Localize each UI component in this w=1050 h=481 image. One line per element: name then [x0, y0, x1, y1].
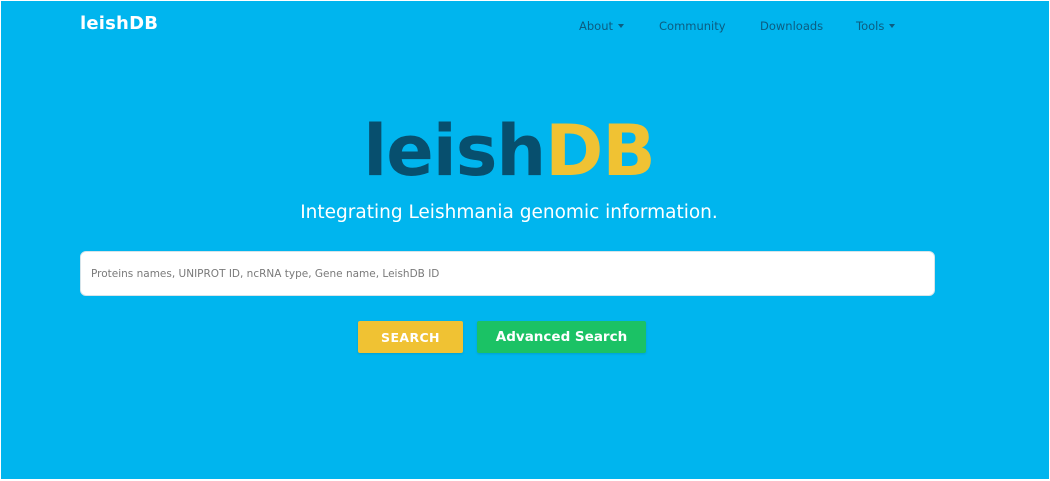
search-button[interactable]: SEARCH — [358, 321, 463, 353]
advanced-search-button[interactable]: Advanced Search — [477, 321, 646, 353]
nav-item-tools[interactable]: Tools — [856, 19, 896, 33]
nav-item-community-label: Community — [659, 19, 726, 33]
hero-logo-leish: leish — [363, 110, 546, 192]
navbar-brand-link[interactable]: leishDB — [80, 13, 158, 34]
search-input[interactable] — [80, 251, 935, 296]
caret-down-icon — [618, 24, 625, 28]
hero-logo-db: DB — [545, 110, 655, 192]
hero-tagline: Integrating Leishmania genomic informati… — [300, 202, 718, 223]
top-navbar: leishDB About Community Downloads Tools — [1, 1, 1049, 51]
nav-item-tools-label: Tools — [856, 19, 885, 33]
page-background: leishDB About Community Downloads Tools … — [1, 1, 1049, 479]
nav-item-downloads-label: Downloads — [760, 19, 824, 33]
nav-item-community[interactable]: Community — [659, 19, 726, 33]
nav-item-about-label: About — [579, 19, 614, 33]
caret-down-icon — [889, 24, 896, 28]
nav-item-downloads[interactable]: Downloads — [760, 19, 823, 33]
nav-item-about[interactable]: About — [579, 19, 625, 33]
hero-logo: leishDB — [1, 103, 1017, 199]
